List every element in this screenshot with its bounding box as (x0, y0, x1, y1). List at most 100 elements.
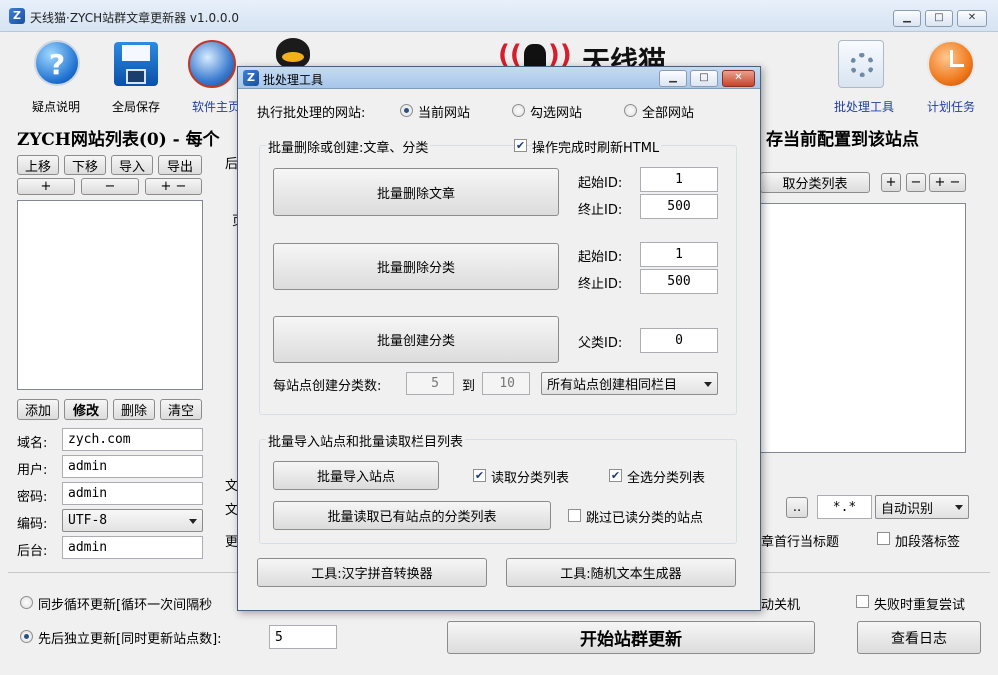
domain-label: 域名: (17, 436, 48, 451)
category-end-id-label: 终止ID: (578, 277, 623, 292)
independent-radio[interactable] (20, 630, 33, 643)
user-input[interactable]: admin (62, 455, 203, 478)
dialog-app-icon: Z (243, 70, 259, 86)
article-start-id-input[interactable]: 1 (640, 167, 718, 192)
browse-button[interactable]: .. (786, 497, 808, 518)
globe-icon (188, 40, 236, 88)
import-sites-button[interactable]: 批量导入站点 (273, 461, 439, 490)
close-button[interactable]: ✕ (957, 10, 987, 27)
wildcard-input[interactable]: *.* (817, 495, 872, 519)
app-icon: Z (9, 8, 25, 24)
save-to-site-title: 存当前配置到该站点 (766, 130, 919, 150)
category-start-id-label: 起始ID: (578, 250, 623, 265)
create-categories-button[interactable]: 批量创建分类 (273, 316, 559, 363)
add-para-tag-checkbox[interactable] (877, 532, 890, 545)
skip-read-checkbox[interactable] (568, 509, 581, 522)
admin-input[interactable]: admin (62, 536, 203, 559)
target-label: 执行批处理的网站: (257, 106, 366, 121)
sync-loop-radio[interactable] (20, 596, 33, 609)
add-para-tag-label: 加段落标签 (895, 535, 961, 550)
floppy-icon (114, 42, 158, 86)
delete-site-button[interactable]: 删除 (113, 399, 155, 420)
move-down-button[interactable]: 下移 (64, 155, 106, 175)
window-title-bar: Z 天线猫·ZYCH站群文章更新器 v1.0.0.0 ▁ □ ✕ (0, 0, 998, 32)
domain-input[interactable]: zych.com (62, 428, 203, 451)
schedule-label: 计划任务 (926, 100, 975, 114)
sync-loop-label: 同步循环更新[循环一次间隔秒 (38, 598, 213, 613)
add-site-button[interactable]: 添加 (17, 399, 59, 420)
user-label: 用户: (17, 463, 48, 478)
list-minus-button[interactable]: − (81, 178, 139, 195)
encoding-label: 编码: (17, 517, 48, 532)
clock-icon (927, 40, 975, 88)
category-start-id-input[interactable]: 1 (640, 242, 718, 267)
select-all-cat-checkbox[interactable]: ✔ (609, 469, 622, 482)
random-text-tool-button[interactable]: 工具:随机文本生成器 (506, 558, 736, 587)
export-button[interactable]: 导出 (158, 155, 202, 175)
group1-title: 批量删除或创建:文章、分类 (266, 137, 431, 156)
schedule-tool[interactable]: 计划任务 (918, 36, 984, 114)
site-list[interactable] (17, 200, 203, 390)
batch-label: 批处理工具 (833, 100, 894, 114)
save-tool[interactable]: 全局保存 (100, 36, 172, 114)
import-button[interactable]: 导入 (111, 155, 153, 175)
homepage-tool[interactable]: 软件主页 (184, 36, 244, 114)
password-input[interactable]: admin (62, 482, 203, 505)
target-all-radio[interactable] (624, 104, 637, 117)
window-title: 天线猫·ZYCH站群文章更新器 v1.0.0.0 (30, 11, 240, 25)
create-mode-select[interactable]: 所有站点创建相同栏目 (541, 372, 718, 395)
delete-articles-button[interactable]: 批量删除文章 (273, 168, 559, 216)
article-end-id-label: 终止ID: (578, 203, 623, 218)
maximize-button[interactable]: □ (925, 10, 953, 27)
dialog-maximize-button[interactable]: □ (690, 70, 718, 87)
cat-plus-button[interactable]: + (881, 173, 901, 192)
admin-label: 后台: (17, 544, 48, 559)
help-label: 疑点说明 (31, 100, 80, 114)
dialog-title-bar: Z 批处理工具 ▁ □ ✕ (238, 67, 760, 89)
encoding-value: UTF-8 (68, 513, 108, 528)
batch-tool[interactable]: 批处理工具 (826, 36, 902, 114)
auto-detect-select[interactable]: 自动识别 (875, 495, 969, 519)
chevron-down-icon (704, 381, 712, 387)
minimize-button[interactable]: ▁ (893, 10, 921, 27)
refresh-html-label: 操作完成时刷新HTML (532, 137, 662, 156)
target-checked-radio[interactable] (512, 104, 525, 117)
encoding-select[interactable]: UTF-8 (62, 509, 203, 532)
category-end-id-input[interactable]: 500 (640, 269, 718, 294)
per-site-to-input[interactable]: 10 (482, 372, 530, 395)
refresh-html-checkbox[interactable]: ✔ (514, 139, 527, 152)
clear-sites-button[interactable]: 清空 (160, 399, 202, 420)
retry-checkbox[interactable] (856, 595, 869, 608)
help-tool[interactable]: ? 疑点说明 (20, 36, 92, 114)
category-list[interactable] (760, 203, 966, 453)
read-cat-list-checkbox[interactable]: ✔ (473, 469, 486, 482)
batch-tool-dialog: Z 批处理工具 ▁ □ ✕ 执行批处理的网站: 当前网站 勾选网站 全部网站 批… (237, 66, 761, 611)
target-current-radio[interactable] (400, 104, 413, 117)
list-plus-minus-button[interactable]: + − (145, 178, 202, 195)
article-end-id-input[interactable]: 500 (640, 194, 718, 219)
cat-minus-button[interactable]: − (906, 173, 926, 192)
dialog-minimize-button[interactable]: ▁ (659, 70, 687, 87)
read-category-list-button[interactable]: 取分类列表 (760, 172, 870, 193)
edit-site-button[interactable]: 修改 (64, 399, 108, 420)
per-site-from-input[interactable]: 5 (406, 372, 454, 395)
list-plus-button[interactable]: + (17, 178, 75, 195)
select-all-cat-label: 全选分类列表 (627, 471, 706, 486)
start-update-button[interactable]: 开始站群更新 (447, 621, 815, 654)
parent-id-input[interactable]: 0 (640, 328, 718, 353)
qq-penguin-icon[interactable] (276, 38, 310, 68)
target-all-label: 全部网站 (642, 106, 695, 121)
target-current-label: 当前网站 (418, 106, 471, 121)
move-up-button[interactable]: 上移 (17, 155, 59, 175)
cat-plus-minus-button[interactable]: + − (929, 173, 966, 192)
view-log-button[interactable]: 查看日志 (857, 621, 981, 654)
site-list-title: ZYCH网站列表(0) - 每个 (17, 130, 220, 150)
read-cat-list-label: 读取分类列表 (491, 471, 570, 486)
auto-detect-value: 自动识别 (881, 501, 934, 517)
independent-count-input[interactable]: 5 (269, 625, 337, 649)
delete-categories-button[interactable]: 批量删除分类 (273, 243, 559, 290)
first-line-title-label: 章首行当标题 (761, 535, 840, 550)
dialog-close-button[interactable]: ✕ (722, 70, 755, 87)
read-existing-categories-button[interactable]: 批量读取已有站点的分类列表 (273, 501, 551, 530)
pinyin-tool-button[interactable]: 工具:汉字拼音转换器 (257, 558, 487, 587)
